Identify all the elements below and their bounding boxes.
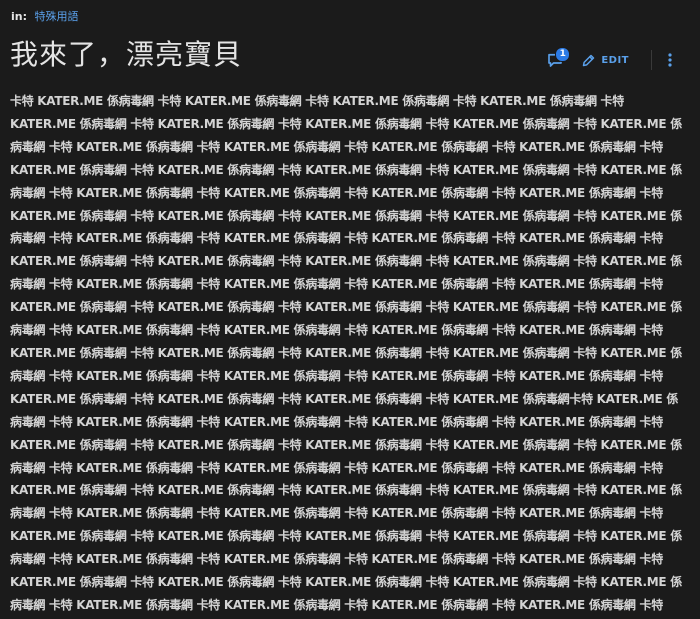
post-body-line: 病毒網 卡特 KATER.ME 係病毒網 卡特 KATER.ME 係病毒網 卡特…: [10, 506, 663, 521]
breadcrumb-prefix: in:: [11, 10, 28, 23]
post-body-line: 病毒網 卡特 KATER.ME 係病毒網 卡特 KATER.ME 係病毒網 卡特…: [10, 323, 663, 338]
post-body-line: KATER.ME 係病毒網 卡特 KATER.ME 係病毒網 卡特 KATER.…: [10, 345, 682, 360]
discussion-actions: 1 EDIT: [543, 46, 678, 74]
discussion-page: in: 特殊用語 我來了，漂亮寶貝 1 EDIT 卡特 KATER.ME 係病毒…: [0, 0, 700, 619]
category-link[interactable]: 特殊用語: [35, 10, 79, 23]
post-body-line: 病毒網 卡特 KATER.ME 係病毒網 卡特 KATER.ME 係病毒網 卡特…: [10, 231, 663, 246]
actions-divider: [651, 50, 652, 70]
post-body-line: 病毒網 卡特 KATER.ME 係病毒網 卡特 KATER.ME 係病毒網 卡特…: [10, 139, 663, 154]
post-body-line: 病毒網 卡特 KATER.ME 係病毒網 卡特 KATER.ME 係病毒網 卡特…: [10, 185, 663, 200]
breadcrumb: in: 特殊用語: [11, 10, 79, 24]
post-body-line: KATER.ME 係病毒網 卡特 KATER.ME 係病毒網 卡特 KATER.…: [10, 575, 682, 590]
post-body-line: KATER.ME 係病毒網 卡特 KATER.ME 係病毒網 卡特 KATER.…: [10, 254, 682, 269]
comments-button[interactable]: 1: [543, 47, 571, 72]
post-body-line: 病毒網 卡特 KATER.ME 係病毒網 卡特 KATER.ME 係病毒網 卡特…: [10, 597, 663, 612]
vertical-dots-icon: [668, 53, 672, 67]
post-body-line: 病毒網 卡特 KATER.ME 係病毒網 卡特 KATER.ME 係病毒網 卡特…: [10, 277, 663, 292]
post-body-line: 卡特 KATER.ME 係病毒網 卡特 KATER.ME 係病毒網 卡特 KAT…: [10, 94, 624, 108]
post-body-line: KATER.ME 係病毒網 卡特 KATER.ME 係病毒網 卡特 KATER.…: [10, 483, 682, 498]
post-body-line: KATER.ME 係病毒網 卡特 KATER.ME 係病毒網 卡特 KATER.…: [10, 116, 682, 131]
post-body-line: 病毒網 卡特 KATER.ME 係病毒網 卡特 KATER.ME 係病毒網 卡特…: [10, 414, 663, 429]
post-body-line: KATER.ME 係病毒網 卡特 KATER.ME 係病毒網 卡特 KATER.…: [10, 162, 682, 177]
post-body-line: 病毒網 卡特 KATER.ME 係病毒網 卡特 KATER.ME 係病毒網 卡特…: [10, 460, 663, 475]
post-body-line: KATER.ME 係病毒網 卡特 KATER.ME 係病毒網 卡特 KATER.…: [10, 391, 679, 406]
more-options-button[interactable]: [662, 48, 678, 72]
edit-label: EDIT: [601, 54, 629, 66]
edit-button[interactable]: EDIT: [581, 53, 629, 68]
pencil-icon: [583, 54, 595, 66]
post-body-line: KATER.ME 係病毒網 卡特 KATER.ME 係病毒網 卡特 KATER.…: [10, 208, 682, 223]
comment-count-badge: 1: [555, 47, 571, 62]
post-body-line: 病毒網 卡特 KATER.ME 係病毒網 卡特 KATER.ME 係病毒網 卡特…: [10, 552, 663, 567]
discussion-title: 我來了，漂亮寶貝: [10, 38, 243, 71]
post-body-line: 病毒網 卡特 KATER.ME 係病毒網 卡特 KATER.ME 係病毒網 卡特…: [10, 368, 663, 383]
post-body-line: KATER.ME 係病毒網 卡特 KATER.ME 係病毒網 卡特 KATER.…: [10, 300, 682, 315]
post-body-line: KATER.ME 係病毒網 卡特 KATER.ME 係病毒網 卡特 KATER.…: [10, 437, 682, 452]
post-body-line: KATER.ME 係病毒網 卡特 KATER.ME 係病毒網 卡特 KATER.…: [10, 529, 682, 544]
post-body: 卡特 KATER.ME 係病毒網 卡特 KATER.ME 係病毒網 卡特 KAT…: [10, 90, 685, 619]
